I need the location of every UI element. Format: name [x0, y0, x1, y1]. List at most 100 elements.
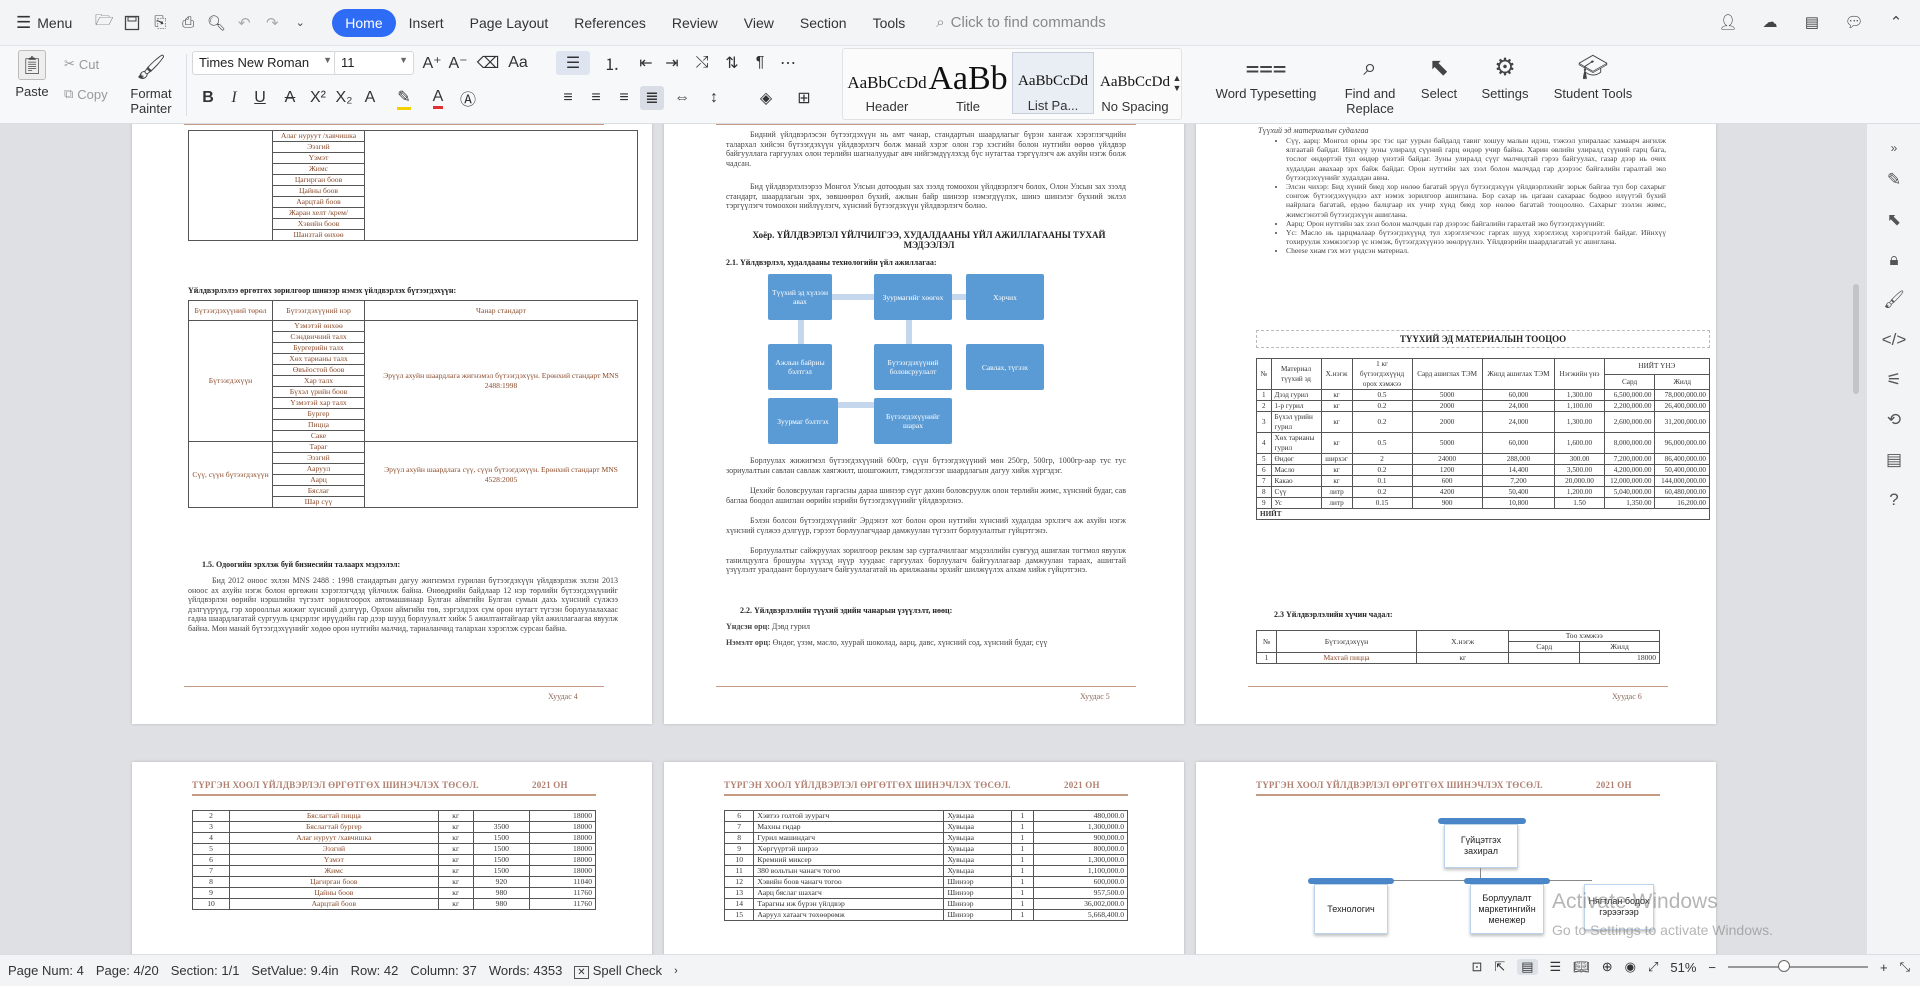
document-page-6[interactable]: Түүхий эд материалын судалгаа Сүү, аарц:…: [1196, 124, 1716, 724]
main-menu-button[interactable]: ☰ Menu: [8, 8, 80, 38]
zoom-value[interactable]: 51%: [1670, 960, 1696, 975]
status-page[interactable]: Page: 4/20: [96, 963, 159, 978]
chevron-right-icon[interactable]: ›: [674, 965, 678, 977]
redo-icon[interactable]: ↷: [258, 9, 286, 37]
line-spacing-icon[interactable]: ↕: [702, 86, 726, 110]
tab-section[interactable]: Section: [787, 9, 860, 37]
paragraph-more-icon[interactable]: ⋯: [776, 51, 800, 75]
code-icon[interactable]: </>: [1880, 326, 1908, 354]
command-search[interactable]: ⌕ Click to find commands: [936, 14, 1105, 31]
command-search-input[interactable]: Click to find commands: [951, 14, 1106, 31]
share-user-icon[interactable]: 👤︎: [1714, 8, 1742, 36]
document-page-7[interactable]: ТҮРГЭН ХООЛ ҮЙЛДВЭРЛЭЛ ӨРГӨТГӨХ ШИНЭЧЛЭХ…: [132, 762, 652, 954]
layout-icon[interactable]: ▤: [1798, 8, 1826, 36]
clear-format-icon[interactable]: ⌫: [476, 51, 500, 75]
print-preview-icon[interactable]: 🔍︎: [202, 9, 230, 37]
style-header[interactable]: AaBbCcDd Header: [846, 52, 928, 114]
document-page-8[interactable]: ТҮРГЭН ХООЛ ҮЙЛДВЭРЛЭЛ ӨРГӨТГӨХ ШИНЭЧЛЭХ…: [664, 762, 1184, 954]
word-typesetting-button[interactable]: ⩶ Word Typesetting: [1206, 50, 1326, 101]
highlight-icon[interactable]: ✎: [392, 86, 416, 110]
export-pdf-icon[interactable]: ⇱: [1494, 959, 1505, 975]
vertical-scrollbar[interactable]: [1850, 124, 1862, 954]
style-list-paragraph[interactable]: AaBbCcDd List Pa...: [1012, 52, 1094, 114]
document-canvas[interactable]: Алаг нуруут /хавчишка Ээзгий Үзмэт Жимс …: [0, 124, 1866, 954]
font-size-select[interactable]: 11 ▼: [334, 51, 414, 75]
font-color-icon[interactable]: A: [426, 86, 450, 110]
shading-icon[interactable]: ◈: [754, 86, 778, 110]
pen-icon[interactable]: ✎: [1880, 166, 1908, 194]
student-tools-button[interactable]: 🎓︎ Student Tools: [1548, 50, 1638, 101]
text-effect-icon[interactable]: A: [358, 86, 382, 110]
lock-icon[interactable]: 🔒︎: [1880, 246, 1908, 274]
undo-icon[interactable]: ↶: [230, 9, 258, 37]
sort-icon[interactable]: ⇅: [720, 51, 744, 75]
document-page-5[interactable]: Бидний үйлдвэрлэсэн бүтээгдэхүүн нь амт …: [664, 124, 1184, 724]
help-icon[interactable]: ?: [1880, 486, 1908, 514]
align-right-icon[interactable]: ≡: [612, 86, 636, 110]
zoom-slider[interactable]: [1728, 960, 1868, 972]
paste-button[interactable]: 📋︎ Paste: [10, 50, 54, 99]
outline-icon[interactable]: ▤: [1880, 446, 1908, 474]
tab-home[interactable]: Home: [332, 8, 396, 37]
zoom-in-icon[interactable]: +: [1880, 960, 1888, 975]
eye-protection-icon[interactable]: ◉: [1625, 959, 1636, 975]
style-title[interactable]: AaBb Title: [928, 52, 1008, 115]
comment-icon[interactable]: 💬︎: [1840, 8, 1868, 36]
focus-mode-icon[interactable]: ⊡: [1471, 959, 1482, 975]
zoom-slider-handle[interactable]: [1778, 960, 1790, 972]
text-direction-icon[interactable]: ⤭: [690, 51, 714, 75]
align-left-icon[interactable]: ≡: [556, 86, 580, 110]
spell-check-button[interactable]: ✕ Spell Check: [574, 963, 662, 979]
tab-review[interactable]: Review: [659, 9, 731, 37]
bullet-list-icon[interactable]: ☰: [556, 51, 590, 75]
borders-icon[interactable]: ⊞: [792, 86, 816, 110]
style-no-spacing[interactable]: AaBbCcDd No Spacing: [1094, 52, 1176, 114]
open-folder-icon[interactable]: 🗁: [90, 9, 118, 37]
fullscreen-icon[interactable]: ⤡: [1900, 959, 1910, 975]
scrollbar-thumb[interactable]: [1853, 284, 1859, 394]
justify-icon[interactable]: ≣: [640, 86, 664, 110]
numbered-list-icon[interactable]: ⒈: [600, 51, 624, 75]
history-icon[interactable]: ⟲: [1880, 406, 1908, 434]
decrease-indent-icon[interactable]: ⇤: [634, 51, 658, 75]
sliders-icon[interactable]: ⚟: [1880, 366, 1908, 394]
page-view-icon[interactable]: ▤: [1517, 959, 1538, 975]
grow-font-icon[interactable]: A⁺: [420, 51, 444, 75]
select-button[interactable]: ⬉ Select: [1410, 50, 1468, 101]
shrink-font-icon[interactable]: A⁻: [446, 51, 470, 75]
tab-references[interactable]: References: [561, 9, 659, 37]
web-view-icon[interactable]: ⊕: [1602, 959, 1613, 975]
outline-view-icon[interactable]: ☰: [1550, 959, 1562, 975]
collapse-sidebar-icon[interactable]: »: [1880, 134, 1908, 162]
subscript-icon[interactable]: X₂: [332, 86, 356, 110]
copy-button[interactable]: ⧉ Copy: [64, 84, 108, 104]
pointer-icon[interactable]: ⬉: [1880, 206, 1908, 234]
customize-dropdown-icon[interactable]: ⌄: [286, 9, 314, 37]
collapse-ribbon-icon[interactable]: ⌃: [1882, 8, 1910, 36]
bold-icon[interactable]: B: [196, 86, 220, 110]
print-icon[interactable]: ⎙: [174, 9, 202, 37]
reading-view-icon[interactable]: 📖︎: [1573, 959, 1590, 975]
brush-icon[interactable]: 🖌︎: [1880, 286, 1908, 314]
styles-scroll-icon[interactable]: ▲ ▼: [1170, 50, 1184, 116]
char-border-icon[interactable]: Ⓐ: [456, 86, 480, 110]
change-case-icon[interactable]: Aa: [506, 51, 530, 75]
find-replace-button[interactable]: ⌕ Find and Replace: [1334, 50, 1406, 116]
distributed-icon[interactable]: ⇔: [670, 86, 694, 110]
strikethrough-icon[interactable]: A: [278, 86, 302, 110]
cut-button[interactable]: ✂ Cut: [64, 54, 99, 74]
format-painter-button[interactable]: 🖌︎ Format Painter: [124, 50, 178, 116]
tab-view[interactable]: View: [731, 9, 787, 37]
align-center-icon[interactable]: ≡: [584, 86, 608, 110]
increase-indent-icon[interactable]: ⇥: [660, 51, 684, 75]
zoom-out-icon[interactable]: −: [1708, 960, 1716, 975]
tab-insert[interactable]: Insert: [396, 9, 457, 37]
export-icon[interactable]: ⎘: [146, 9, 174, 37]
fit-page-icon[interactable]: ⤢: [1648, 959, 1658, 975]
italic-icon[interactable]: I: [222, 86, 246, 110]
settings-button[interactable]: ⚙ Settings: [1470, 50, 1540, 101]
tab-page-layout[interactable]: Page Layout: [457, 9, 562, 37]
superscript-icon[interactable]: X²: [306, 86, 330, 110]
show-marks-icon[interactable]: ¶: [748, 51, 772, 75]
font-name-select[interactable]: Times New Roman ▼: [192, 51, 338, 75]
